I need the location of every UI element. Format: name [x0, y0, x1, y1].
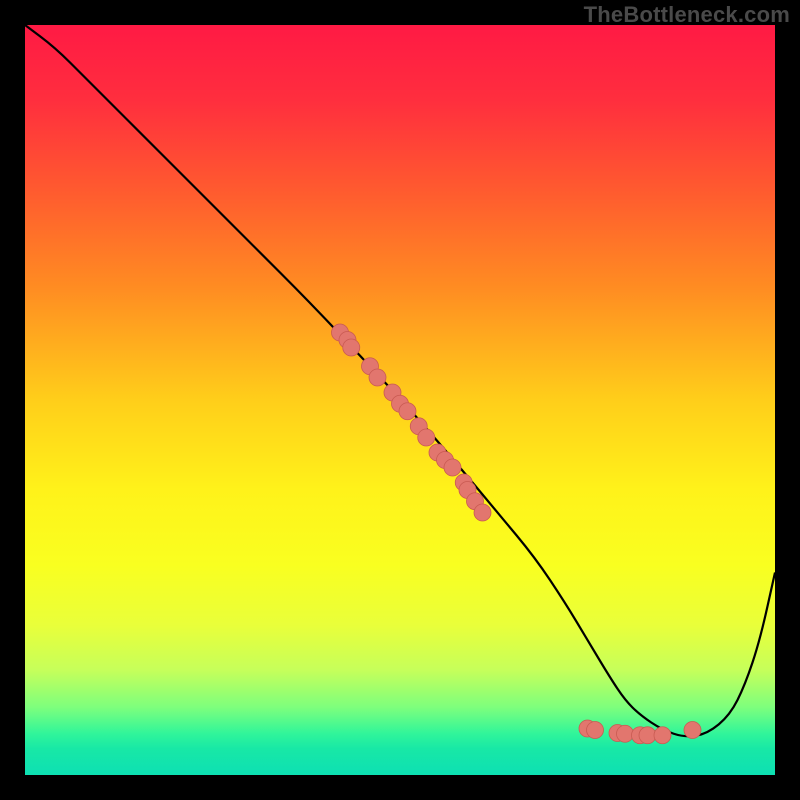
data-point [587, 722, 604, 739]
chart-svg [25, 25, 775, 775]
data-point [418, 429, 435, 446]
data-point [399, 403, 416, 420]
plot-area [25, 25, 775, 775]
data-point [639, 727, 656, 744]
data-point [444, 459, 461, 476]
data-point [369, 369, 386, 386]
data-point [684, 722, 701, 739]
data-point [474, 504, 491, 521]
data-point [617, 725, 634, 742]
data-point [343, 339, 360, 356]
chart-container: TheBottleneck.com [0, 0, 800, 800]
watermark-text: TheBottleneck.com [584, 2, 790, 28]
data-point [654, 727, 671, 744]
